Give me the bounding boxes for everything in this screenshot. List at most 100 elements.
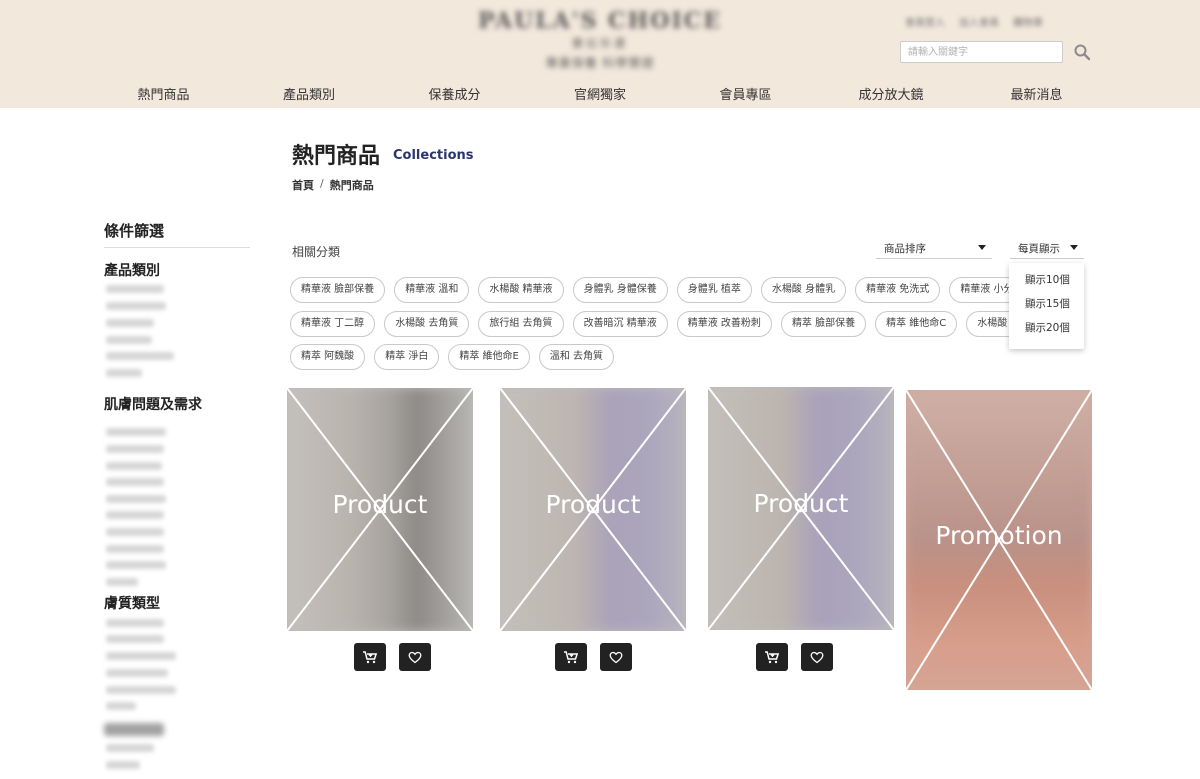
nav-item-popular[interactable]: 熱門商品 (92, 84, 235, 103)
filter-option[interactable] (106, 428, 166, 436)
cart-icon (765, 651, 780, 664)
filter-option[interactable] (106, 686, 176, 694)
sort-dropdown[interactable]: 商品排序 (876, 237, 992, 259)
category-tag[interactable]: 精華液 臉部保養 (290, 277, 386, 303)
filter-option[interactable] (106, 285, 164, 293)
heart-icon (609, 651, 623, 663)
filter-option[interactable] (106, 369, 142, 377)
filter-group-blurred[interactable] (104, 723, 164, 736)
filter-option[interactable] (106, 528, 164, 536)
nav-item-exclusive[interactable]: 官網獨家 (529, 84, 672, 103)
filter-divider (104, 247, 250, 248)
per-page-option-15[interactable]: 顯示15個 (1009, 296, 1084, 320)
nav-item-news[interactable]: 最新消息 (965, 84, 1108, 103)
category-tag[interactable]: 改善暗沉 精華液 (572, 311, 668, 337)
top-links: 會員登入 加入會員 購物車 (905, 14, 1105, 30)
add-to-wishlist-button[interactable] (600, 643, 632, 671)
category-tag[interactable]: 精萃 維他命E (448, 344, 530, 370)
per-page-dropdown[interactable]: 每頁顯示 (1010, 237, 1084, 259)
category-tag[interactable]: 身體乳 植萃 (676, 277, 752, 303)
search-input[interactable] (900, 41, 1063, 63)
filter-option[interactable] (106, 702, 136, 710)
filter-group-product-type[interactable]: 產品類別 (104, 263, 214, 279)
heart-icon (810, 651, 824, 663)
filter-option[interactable] (106, 352, 174, 360)
filter-option[interactable] (106, 652, 176, 660)
caret-down-icon (1070, 245, 1078, 250)
add-to-cart-button[interactable] (756, 643, 788, 671)
search-icon[interactable] (1073, 43, 1091, 61)
per-page-dropdown-label: 每頁顯示 (1018, 243, 1060, 255)
nav-item-ingredients[interactable]: 保養成分 (383, 84, 526, 103)
filter-option[interactable] (106, 578, 138, 586)
breadcrumb-separator: / (320, 177, 324, 190)
filter-option[interactable] (106, 445, 164, 453)
site-header: PAULA'S CHOICE 寶拉珍選 專業保養 科學實證 會員登入 加入會員 … (0, 0, 1200, 108)
filter-option[interactable] (106, 545, 164, 553)
cart-link[interactable]: 購物車 (1013, 14, 1043, 30)
filter-option[interactable] (106, 561, 166, 569)
add-to-cart-button[interactable] (555, 643, 587, 671)
filter-option[interactable] (106, 336, 152, 344)
filter-option[interactable] (106, 478, 164, 486)
brand-logo[interactable]: PAULA'S CHOICE 寶拉珍選 專業保養 科學實證 (470, 8, 730, 72)
nav-item-members[interactable]: 會員專區 (674, 84, 817, 103)
per-page-menu: 顯示10個 顯示15個 顯示20個 (1009, 263, 1084, 349)
category-tag[interactable]: 精華液 免洗式 (855, 277, 941, 303)
page-title: 熱門商品 (292, 144, 381, 169)
filter-option[interactable] (106, 635, 164, 643)
category-tag[interactable]: 精華液 丁二醇 (290, 311, 376, 337)
category-tag[interactable]: 水楊酸 去角質 (384, 311, 470, 337)
category-tag[interactable]: 精華液 小分子 (949, 277, 1010, 303)
add-to-wishlist-button[interactable] (801, 643, 833, 671)
filter-option[interactable] (106, 761, 140, 769)
related-categories-label: 相關分類 (292, 245, 341, 259)
category-tag[interactable]: 溫和 去角質 (538, 344, 615, 370)
page-subtitle: Collections (393, 148, 474, 163)
caret-down-icon (978, 245, 986, 250)
product-image-placeholder[interactable]: Product (708, 387, 894, 630)
filter-option[interactable] (106, 302, 166, 310)
category-tag[interactable]: 旅行組 去角質 (478, 311, 564, 337)
filter-option[interactable] (106, 744, 154, 752)
filter-group-skin-type[interactable]: 膚質類型 (104, 596, 214, 612)
sort-dropdown-label: 商品排序 (884, 243, 926, 255)
register-link[interactable]: 加入會員 (959, 14, 999, 30)
per-page-option-20[interactable]: 顯示20個 (1009, 320, 1084, 344)
category-tag[interactable]: 水楊酸 精華液 (478, 277, 564, 303)
filter-option[interactable] (106, 619, 164, 627)
cart-icon (363, 651, 378, 664)
nav-item-categories[interactable]: 產品類別 (238, 84, 381, 103)
filter-option[interactable] (106, 511, 164, 519)
tag-row: 精華液 丁二醇 水楊酸 去角質 旅行組 去角質 改善暗沉 精華液 精華液 改善粉… (290, 311, 1010, 337)
promotion-image-placeholder[interactable]: Promotion (906, 390, 1092, 690)
category-tag[interactable]: 精華液 溫和 (394, 277, 470, 303)
placeholder-label: Promotion (935, 521, 1063, 550)
product-image-placeholder[interactable]: Product (287, 388, 473, 631)
category-tag[interactable]: 精萃 維他命C (875, 311, 958, 337)
category-tag[interactable]: 精華液 改善粉刺 (676, 311, 772, 337)
per-page-option-10[interactable]: 顯示10個 (1009, 272, 1084, 296)
filter-option[interactable] (106, 669, 168, 677)
placeholder-label: Product (753, 489, 849, 518)
category-tag[interactable]: 精萃 淨白 (374, 344, 440, 370)
filter-option[interactable] (106, 462, 162, 470)
heart-icon (408, 651, 422, 663)
category-tag[interactable]: 水楊酸 溫和 (966, 311, 1010, 337)
add-to-cart-button[interactable] (354, 643, 386, 671)
login-link[interactable]: 會員登入 (905, 14, 945, 30)
product-image-placeholder[interactable]: Product (500, 388, 686, 631)
add-to-wishlist-button[interactable] (399, 643, 431, 671)
category-tags: 精華液 臉部保養 精華液 溫和 水楊酸 精華液 身體乳 身體保養 身體乳 植萃 … (290, 277, 1010, 377)
category-tag[interactable]: 身體乳 身體保養 (572, 277, 668, 303)
category-tag[interactable]: 水楊酸 身體乳 (760, 277, 847, 303)
filter-option[interactable] (106, 319, 154, 327)
filter-option[interactable] (106, 495, 166, 503)
breadcrumb-home[interactable]: 首頁 (292, 177, 314, 193)
breadcrumb: 首頁 / 熱門商品 (292, 177, 374, 193)
category-tag[interactable]: 精萃 臉部保養 (780, 311, 867, 337)
filter-group-skin-concern[interactable]: 肌膚問題及需求 (104, 397, 214, 413)
nav-item-ingredient-lens[interactable]: 成分放大鏡 (820, 84, 963, 103)
category-tag[interactable]: 精萃 阿魏酸 (290, 344, 366, 370)
cart-icon (564, 651, 579, 664)
